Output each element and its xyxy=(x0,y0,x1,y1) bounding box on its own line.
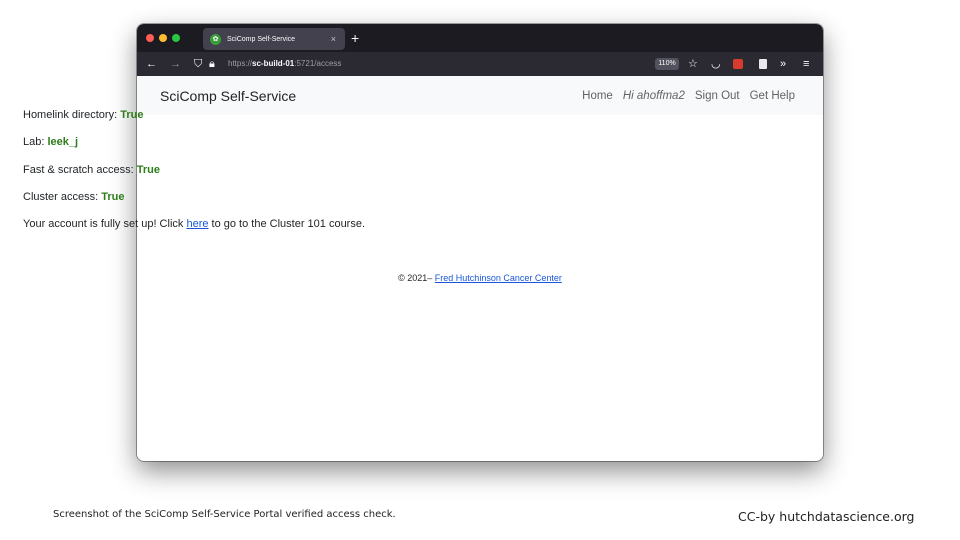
nav-get-help-link[interactable]: Get Help xyxy=(750,88,795,104)
maximize-window-button[interactable] xyxy=(172,34,180,42)
caption-license: CC-by hutchdatascience.org xyxy=(738,509,915,524)
extension-icon[interactable] xyxy=(733,59,743,69)
page-footer: © 2021– Fred Hutchinson Cancer Center xyxy=(137,272,823,284)
fred-hutch-link[interactable]: Fred Hutchinson Cancer Center xyxy=(435,273,562,283)
navigation-toolbar: ← → ⛉ 🔒︎ https://sc-build-01:5721/access… xyxy=(137,52,823,76)
browser-window: ✿ SciComp Self-Service × + ← → ⛉ 🔒︎ http… xyxy=(137,24,823,461)
star-icon[interactable]: ☆ xyxy=(688,56,698,72)
forward-arrow-icon[interactable]: → xyxy=(170,56,181,72)
url-path: :5721/access xyxy=(294,59,342,68)
tab-scicomp[interactable]: ✿ SciComp Self-Service × xyxy=(203,28,345,50)
minimize-window-button[interactable] xyxy=(159,34,167,42)
site-header: SciComp Self-Service Home Hi ahoffma2 Si… xyxy=(137,76,823,115)
zoom-level-badge[interactable]: 110% xyxy=(655,58,679,70)
back-arrow-icon[interactable]: ← xyxy=(146,56,157,72)
lock-icon[interactable]: 🔒︎ xyxy=(209,56,215,72)
cluster-row: Cluster access: True xyxy=(23,190,124,204)
setup-message: Your account is fully set up! Click here… xyxy=(23,217,365,231)
scratch-row: Fast & scratch access: True xyxy=(23,163,160,177)
favicon-icon: ✿ xyxy=(210,33,221,45)
scratch-label: Fast & scratch access: xyxy=(23,164,137,176)
tab-bar: ✿ SciComp Self-Service × + xyxy=(137,24,823,52)
copyright-text: © 2021– xyxy=(398,273,435,283)
close-window-button[interactable] xyxy=(146,34,154,42)
nav-sign-out-link[interactable]: Sign Out xyxy=(695,88,740,104)
site-brand[interactable]: SciComp Self-Service xyxy=(160,87,296,105)
tab-close-button[interactable]: × xyxy=(331,34,336,44)
cluster-label: Cluster access: xyxy=(23,191,102,203)
caption-description: Screenshot of the SciComp Self-Service P… xyxy=(53,509,396,520)
reader-view-icon[interactable] xyxy=(759,59,767,69)
message-suffix: to go to the Cluster 101 course. xyxy=(208,218,366,230)
pocket-icon[interactable]: ◡ xyxy=(711,56,721,72)
overflow-chevron-icon[interactable]: » xyxy=(780,56,786,72)
homelink-label: Homelink directory: xyxy=(23,109,121,121)
user-greeting: Hi ahoffma2 xyxy=(622,90,685,102)
site-nav: Home Hi ahoffma2 Sign Out Get Help xyxy=(582,88,795,104)
tab-title: SciComp Self-Service xyxy=(227,35,296,43)
url-host: sc-build-01 xyxy=(252,59,295,68)
url-scheme: https:// xyxy=(228,59,253,68)
hamburger-menu-icon[interactable]: ≡ xyxy=(803,56,809,72)
homelink-value: True xyxy=(120,109,144,121)
nav-home-link[interactable]: Home xyxy=(582,88,613,104)
scratch-value: True xyxy=(136,164,160,176)
message-prefix: Your account is fully set up! Click xyxy=(23,218,187,230)
url-bar[interactable]: https://sc-build-01:5721/access xyxy=(228,57,341,71)
lab-value: leek_j xyxy=(47,136,79,148)
new-tab-button[interactable]: + xyxy=(351,28,359,48)
lab-row: Lab: leek_j xyxy=(23,135,78,149)
cluster-course-link[interactable]: here xyxy=(186,218,208,230)
lab-label: Lab: xyxy=(23,136,48,148)
shield-icon[interactable]: ⛉ xyxy=(194,56,202,72)
cluster-value: True xyxy=(101,191,125,203)
homelink-row: Homelink directory: True xyxy=(23,108,143,122)
